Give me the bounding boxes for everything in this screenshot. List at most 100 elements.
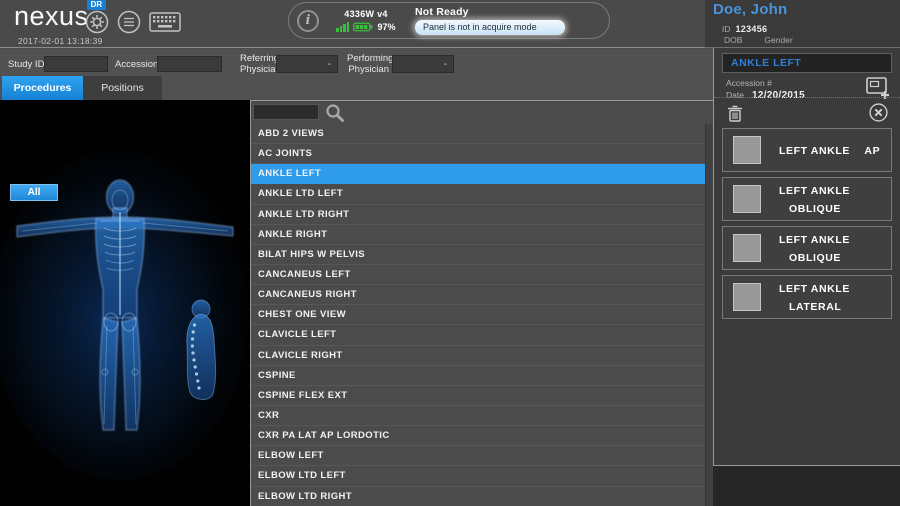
view-thumbnail — [733, 185, 761, 213]
tab-positions[interactable]: Positions — [83, 76, 162, 100]
procedure-row[interactable]: ANKLE LEFT — [251, 164, 705, 184]
patient-gender-label: Gender — [764, 35, 792, 45]
delete-icon[interactable] — [727, 104, 743, 122]
procedure-row-label: CANCANEUS RIGHT — [258, 289, 357, 300]
procedure-row-label: CXR PA LAT AP LORDOTIC — [258, 430, 390, 441]
settings-icon[interactable] — [85, 10, 109, 34]
view-card[interactable]: LEFT ANKLE OBLIQUE — [722, 177, 892, 221]
info-icon[interactable]: i — [297, 10, 319, 32]
view-card-position: LATERAL — [779, 301, 841, 313]
top-bar: nexusDR 2017-02-01 13:18:39 — [0, 0, 713, 48]
patient-header: Doe, John ID 123456 DOB Gender — [705, 0, 900, 48]
referring-physician-dropdown[interactable]: - — [276, 55, 338, 73]
battery-icon — [353, 22, 373, 32]
procedure-row[interactable]: CXR PA LAT AP LORDOTIC — [251, 426, 705, 446]
procedure-row-label: ANKLE LTD LEFT — [258, 188, 343, 199]
procedure-row-label: AC JOINTS — [258, 148, 312, 159]
study-accession-label: Accession # — [726, 78, 772, 88]
study-id-label: Study ID — [8, 59, 44, 70]
procedure-row[interactable]: AC JOINTS — [251, 144, 705, 164]
procedure-row[interactable]: ANKLE LTD RIGHT — [251, 205, 705, 225]
procedure-row[interactable]: ELBOW LTD RIGHT — [251, 487, 705, 506]
logo-text: nexus — [14, 1, 89, 31]
procedure-row[interactable]: CANCANEUS LEFT — [251, 265, 705, 285]
procedure-list: ABD 2 VIEWS AC JOINTS ANKLE LEFT ANKLE L… — [251, 124, 705, 506]
tab-procedures[interactable]: Procedures — [2, 76, 83, 100]
body-map-panel: All — [0, 100, 250, 506]
dr-badge: DR — [87, 0, 107, 10]
status-title: Not Ready — [415, 6, 565, 18]
procedure-row[interactable]: CLAVICLE LEFT — [251, 325, 705, 345]
detector-name: 4336W v4 — [327, 9, 405, 19]
procedure-row-label: CHEST ONE VIEW — [258, 309, 346, 320]
procedure-row-label: ELBOW LTD RIGHT — [258, 491, 352, 502]
procedure-row-label: CXR — [258, 410, 279, 421]
app-window: nexusDR 2017-02-01 13:18:39 — [0, 0, 900, 506]
view-card-title: LEFT ANKLE — [779, 283, 850, 295]
keyboard-icon[interactable] — [149, 11, 181, 33]
view-card-position: AP — [854, 145, 880, 157]
view-card-list: LEFT ANKLE AP LEFT ANKLE OBLIQUE LEFT AN… — [722, 128, 892, 324]
procedure-row-label: ELBOW LTD LEFT — [258, 470, 346, 481]
patient-id-label: ID — [722, 24, 731, 34]
procedure-row-label: CANCANEUS LEFT — [258, 269, 351, 280]
accession-input[interactable] — [157, 56, 222, 72]
procedure-row[interactable]: ANKLE LTD LEFT — [251, 184, 705, 204]
procedure-row[interactable]: CSPINE — [251, 366, 705, 386]
view-thumbnail — [733, 136, 761, 164]
status-message: Panel is not in acquire mode — [415, 20, 565, 35]
procedure-row[interactable]: ANKLE RIGHT — [251, 225, 705, 245]
selected-procedure-title: ANKLE LEFT — [722, 53, 892, 73]
procedure-list-scrollbar[interactable] — [705, 124, 713, 506]
study-toolbar — [714, 97, 900, 123]
procedure-search-row — [251, 101, 713, 124]
procedure-row[interactable]: ABD 2 VIEWS — [251, 124, 705, 144]
search-icon[interactable] — [325, 103, 345, 123]
view-card-title: LEFT ANKLE — [779, 185, 850, 197]
study-form-bar: Study ID Accession # Referring Physician… — [0, 49, 713, 100]
procedure-row[interactable]: CANCANEUS RIGHT — [251, 285, 705, 305]
procedure-row-label: CSPINE FLEX EXT — [258, 390, 347, 401]
dropdown-indicator-icon: - — [444, 59, 447, 70]
procedure-row[interactable]: ELBOW LEFT — [251, 446, 705, 466]
view-card-position: OBLIQUE — [779, 203, 841, 215]
close-icon[interactable] — [869, 103, 888, 122]
signal-strength-icon — [336, 22, 349, 32]
patient-dob-label: DOB — [724, 35, 742, 45]
study-id-input[interactable] — [44, 56, 108, 72]
view-card[interactable]: LEFT ANKLE AP — [722, 128, 892, 172]
worklist-icon[interactable] — [117, 10, 141, 34]
body-map-all-button[interactable]: All — [10, 184, 58, 201]
referring-physician-label: Referring Physician — [240, 53, 274, 75]
procedure-row[interactable]: CXR — [251, 406, 705, 426]
view-card[interactable]: LEFT ANKLE LATERAL — [722, 275, 892, 319]
procedure-search-input[interactable] — [253, 104, 319, 120]
detector-status-capsule: i 4336W v4 — [288, 2, 610, 39]
procedure-row-label: ELBOW LEFT — [258, 450, 324, 461]
view-card-title: LEFT ANKLE — [779, 234, 850, 246]
procedure-row-label: ANKLE LEFT — [258, 168, 321, 179]
procedure-row[interactable]: CLAVICLE RIGHT — [251, 346, 705, 366]
procedure-row[interactable]: ELBOW LTD LEFT — [251, 466, 705, 486]
performing-physician-label: Performing Physician — [347, 53, 389, 75]
battery-percent: 97% — [377, 22, 395, 32]
patient-id-value: 123456 — [736, 24, 768, 34]
procedure-row[interactable]: BILAT HIPS W PELVIS — [251, 245, 705, 265]
procedure-row[interactable]: CSPINE FLEX EXT — [251, 386, 705, 406]
dropdown-indicator-icon: - — [328, 59, 331, 70]
procedure-row-label: CLAVICLE RIGHT — [258, 350, 343, 361]
procedure-list-panel: ABD 2 VIEWS AC JOINTS ANKLE LEFT ANKLE L… — [250, 100, 713, 506]
view-thumbnail — [733, 234, 761, 262]
procedure-row-label: CSPINE — [258, 370, 296, 381]
bottom-right-strip — [713, 466, 900, 506]
view-card-position: OBLIQUE — [779, 252, 841, 264]
procedure-row[interactable]: CHEST ONE VIEW — [251, 305, 705, 325]
procedure-row-label: CLAVICLE LEFT — [258, 329, 336, 340]
performing-physician-dropdown[interactable]: - — [392, 55, 454, 73]
patient-name: Doe, John — [713, 1, 787, 18]
view-card[interactable]: LEFT ANKLE OBLIQUE — [722, 226, 892, 270]
datetime-display: 2017-02-01 13:18:39 — [18, 36, 103, 48]
body-map-figure[interactable] — [0, 100, 250, 506]
view-thumbnail — [733, 283, 761, 311]
procedure-row-label: ANKLE LTD RIGHT — [258, 209, 349, 220]
